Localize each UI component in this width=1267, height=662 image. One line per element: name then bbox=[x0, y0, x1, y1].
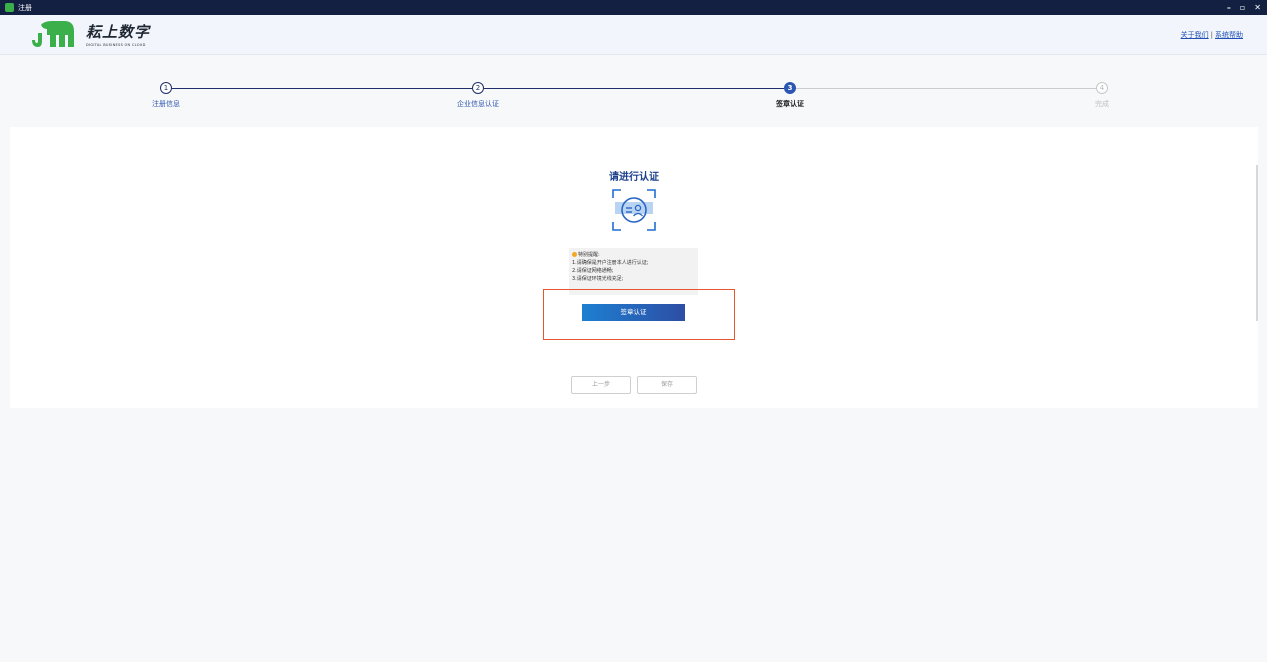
logo: 耘上数字 DIGITAL BUSINESS ON CLOUD bbox=[30, 19, 150, 49]
notice-line: 3.请保证环境光线充足; bbox=[572, 276, 624, 282]
step-4-number: 4 bbox=[1096, 82, 1108, 94]
maximize-icon[interactable]: ▫ bbox=[1240, 3, 1245, 12]
notice-line: 1.请确保是开户注册本人进行认证; bbox=[572, 260, 649, 266]
notice-heading: 特别提醒: bbox=[578, 252, 600, 258]
step-2-label: 企业信息认证 bbox=[457, 100, 499, 108]
progress-steps: 1 注册信息 2 企业信息认证 3 签章认证 4 完成 bbox=[0, 80, 1267, 120]
save-button[interactable]: 保存 bbox=[637, 376, 697, 394]
notice-box: 特别提醒: 1.请确保是开户注册本人进行认证; 2.请保证网络通畅; 3.请保证… bbox=[569, 248, 698, 295]
step-2: 2 企业信息认证 bbox=[428, 82, 528, 109]
step-3: 3 签章认证 bbox=[740, 82, 840, 109]
step-4-label: 完成 bbox=[1095, 100, 1109, 108]
logo-tagline: DIGITAL BUSINESS ON CLOUD bbox=[86, 43, 146, 47]
app-icon bbox=[5, 3, 14, 12]
window-controls: – ▫ ✕ bbox=[1227, 0, 1261, 15]
step-3-number: 3 bbox=[784, 82, 796, 94]
window-titlebar: 注册 – ▫ ✕ bbox=[0, 0, 1267, 15]
prev-step-button[interactable]: 上一步 bbox=[571, 376, 631, 394]
about-link[interactable]: 关于我们 bbox=[1181, 31, 1209, 39]
header-links: 关于我们 | 系统帮助 bbox=[1181, 30, 1243, 40]
link-separator: | bbox=[1210, 31, 1213, 39]
step-line-3 bbox=[796, 88, 1096, 89]
logo-text: 耘上数字 bbox=[86, 23, 151, 41]
step-1-number: 1 bbox=[160, 82, 172, 94]
face-recognition-icon bbox=[612, 189, 656, 231]
page-title: 请进行认证 bbox=[609, 172, 659, 183]
step-4: 4 完成 bbox=[1052, 82, 1152, 109]
step-1: 1 注册信息 bbox=[116, 82, 216, 109]
app-header: 耘上数字 DIGITAL BUSINESS ON CLOUD 关于我们 | 系统帮助 bbox=[0, 15, 1267, 55]
step-line-1 bbox=[172, 88, 472, 89]
step-1-label: 注册信息 bbox=[152, 100, 180, 108]
help-link[interactable]: 系统帮助 bbox=[1215, 31, 1243, 39]
content-card: 请进行认证 特别提醒: 1.请确保是开户注册本人进行认证; 2.请保证网络通畅;… bbox=[10, 127, 1258, 408]
step-line-2 bbox=[484, 88, 784, 89]
step-3-label: 签章认证 bbox=[776, 100, 804, 108]
notice-line: 2.请保证网络通畅; bbox=[572, 268, 614, 274]
window-title: 注册 bbox=[18, 3, 32, 12]
elephant-logo-icon bbox=[32, 21, 74, 47]
minimize-icon[interactable]: – bbox=[1227, 3, 1231, 12]
step-2-number: 2 bbox=[472, 82, 484, 94]
warning-icon bbox=[572, 252, 577, 257]
seal-certify-button[interactable]: 签章认证 bbox=[582, 304, 685, 321]
close-icon[interactable]: ✕ bbox=[1254, 3, 1261, 12]
scrollbar[interactable] bbox=[1256, 165, 1258, 321]
